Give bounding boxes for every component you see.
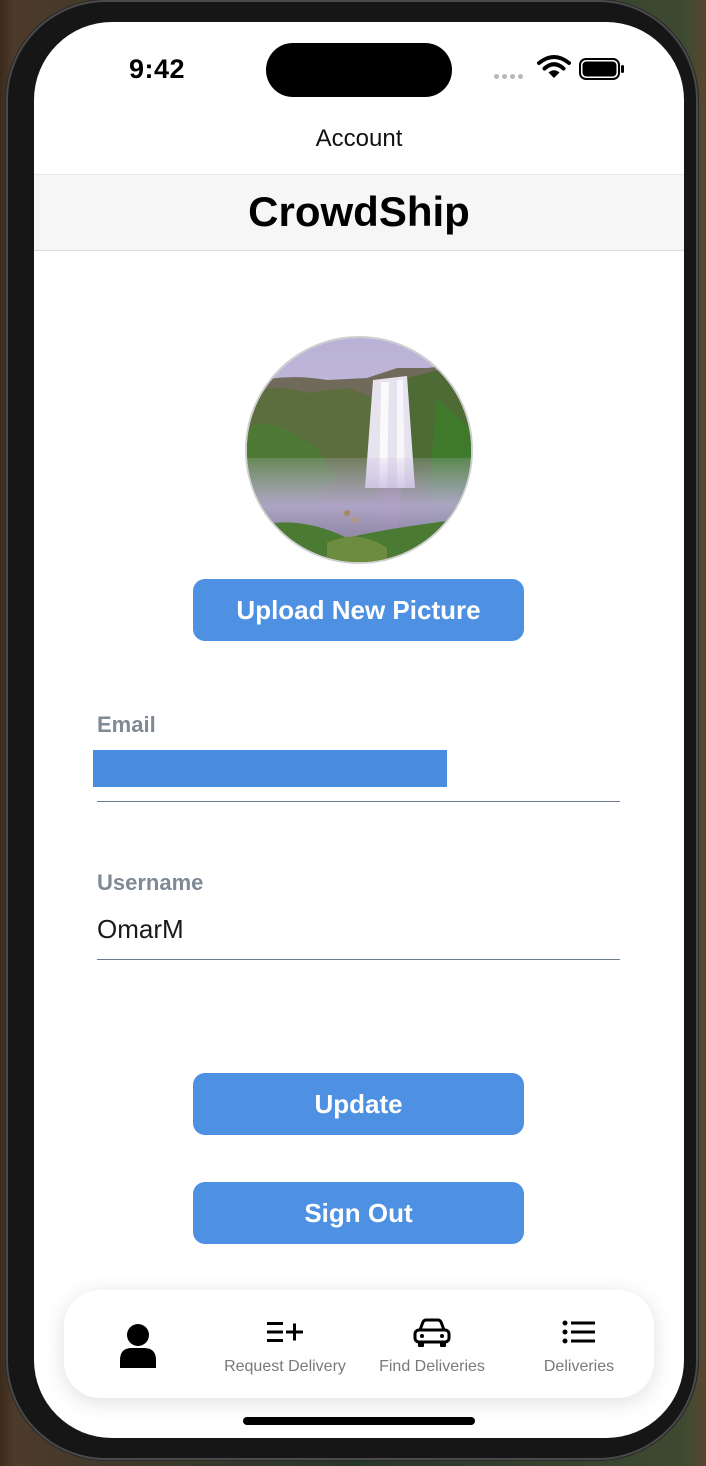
app-title: CrowdShip	[248, 188, 470, 235]
phone-screen: 9:42 Account CrowdShip Upload New Pictur…	[34, 22, 684, 1438]
username-underline	[97, 959, 620, 960]
list-plus-icon	[267, 1322, 303, 1342]
email-field[interactable]	[93, 750, 447, 787]
sign-out-button[interactable]: Sign Out	[193, 1182, 524, 1244]
tab-bar: Request Delivery Find Deliveries Deliver…	[64, 1290, 654, 1398]
tab-account[interactable]	[64, 1290, 212, 1398]
home-indicator[interactable]	[243, 1417, 475, 1425]
waterfall-image	[247, 338, 471, 562]
status-time: 9:42	[129, 54, 186, 84]
app-header: CrowdShip	[34, 174, 684, 251]
person-icon	[120, 1324, 156, 1368]
tab-find-deliveries-label: Find Deliveries	[379, 1358, 485, 1375]
battery-icon	[579, 58, 624, 80]
tab-deliveries-label: Deliveries	[543, 1358, 615, 1375]
username-field[interactable]: OmarM	[97, 914, 184, 945]
tab-request-delivery[interactable]: Request Delivery	[211, 1290, 359, 1398]
tab-deliveries[interactable]: Deliveries	[505, 1290, 653, 1398]
car-icon	[413, 1318, 451, 1347]
tab-find-deliveries[interactable]: Find Deliveries	[358, 1290, 506, 1398]
dynamic-island	[266, 43, 452, 97]
email-underline	[97, 801, 620, 802]
profile-avatar[interactable]	[245, 336, 473, 564]
email-label: Email	[97, 712, 156, 737]
list-icon	[562, 1320, 595, 1344]
status-bar: 9:42	[34, 22, 684, 122]
username-label: Username	[97, 870, 204, 895]
wifi-icon	[537, 55, 571, 78]
phone-frame: 9:42 Account CrowdShip Upload New Pictur…	[6, 0, 698, 1460]
update-button[interactable]: Update	[193, 1073, 524, 1135]
tab-request-delivery-label: Request Delivery	[224, 1358, 346, 1375]
screen-title: Account	[315, 125, 403, 152]
upload-picture-button[interactable]: Upload New Picture	[193, 579, 524, 641]
cellular-signal-icon	[494, 66, 528, 79]
